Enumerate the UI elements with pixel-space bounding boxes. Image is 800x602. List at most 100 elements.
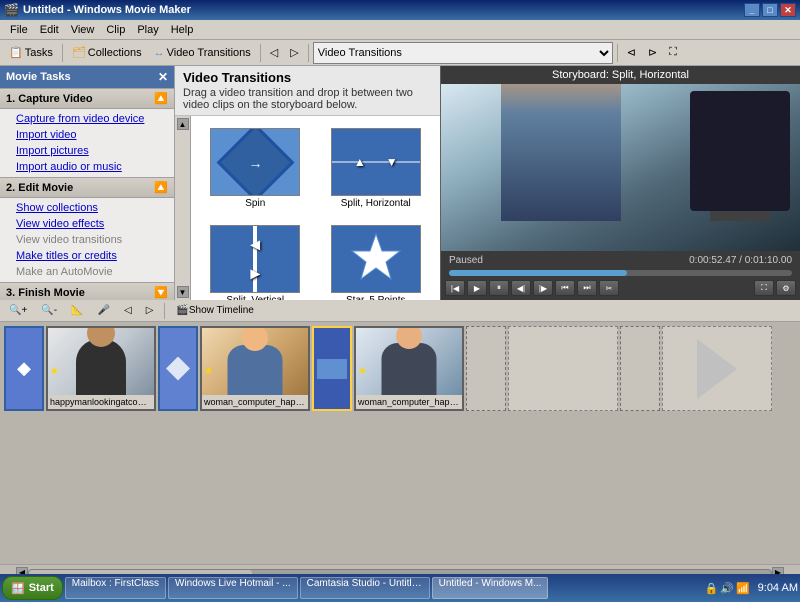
preview-panel: Storyboard: Split, Horizontal Paus	[440, 66, 800, 300]
taskbar-movie-maker[interactable]: Untitled - Windows M...	[432, 577, 549, 599]
collections-button[interactable]: 🗂 Collections	[67, 42, 147, 64]
fullscreen-button[interactable]: ⛶	[664, 42, 682, 64]
transitions-icon: ↔	[154, 47, 165, 59]
taskbar-hotmail[interactable]: Windows Live Hotmail - ...	[168, 577, 298, 599]
menu-view[interactable]: View	[65, 22, 101, 38]
tray-icon-1: 🔒	[705, 582, 719, 595]
taskbar-camtasia[interactable]: Camtasia Studio - Untitle...	[300, 577, 430, 599]
next-frame-button[interactable]: |▶	[533, 280, 553, 296]
preview-status-bar: Paused 0:00:52.47 / 0:01:10.00	[445, 255, 796, 266]
empty-clip-2-inner	[663, 327, 771, 410]
menu-file[interactable]: File	[4, 22, 34, 38]
transition-spin[interactable]: → Spin	[199, 124, 312, 213]
video-transitions-button[interactable]: ↔ Video Transitions	[149, 42, 256, 64]
rewind-button[interactable]: ⏮	[555, 280, 575, 296]
section-finish-title: 3. Finish Movie	[6, 287, 85, 299]
collections-icon: 🗂	[72, 46, 86, 59]
tray-icon-3: 📶	[736, 582, 750, 595]
settings-prev-button[interactable]: ⚙	[776, 280, 796, 296]
tasks-panel-close[interactable]: ✕	[158, 70, 168, 84]
menu-play[interactable]: Play	[131, 22, 164, 38]
play-pause-button[interactable]: ▶	[467, 280, 487, 296]
close-button[interactable]: ✕	[780, 3, 796, 17]
clip-3-star: ★	[358, 366, 367, 377]
transitions-title: Video Transitions	[183, 70, 432, 85]
section-edit-header[interactable]: 2. Edit Movie 🔼	[0, 177, 174, 198]
arrow-left-button[interactable]: ◁	[265, 42, 283, 64]
transition-split-vertical[interactable]: ◀ ▶ Split, Vertical	[199, 221, 312, 300]
clip-3[interactable]: ★ woman_computer_happy_734...	[354, 326, 464, 411]
prev-start-button[interactable]: |◀	[445, 280, 465, 296]
transition-split-horizontal[interactable]: ▲ ▼ Split, Horizontal	[320, 124, 433, 213]
toolbar-separator-3	[308, 44, 309, 62]
tl-zoom-in[interactable]: 🔍+	[4, 302, 32, 320]
title-bar-controls: _ □ ✕	[744, 3, 796, 17]
pause-button[interactable]: ⏸	[489, 280, 509, 296]
transition-star5[interactable]: Star, 5 Points	[320, 221, 433, 300]
link-view-effects[interactable]: View video effects	[0, 216, 174, 232]
link-show-collections[interactable]: Show collections	[0, 200, 174, 216]
tl-play[interactable]: ▷	[141, 302, 159, 320]
storyboard-icon: 🎬	[176, 305, 188, 316]
monitor-stand	[710, 211, 770, 221]
trans-icon-0: ◆	[17, 358, 31, 379]
tl-zoom-out[interactable]: 🔍-	[36, 302, 62, 320]
window-title: Untitled - Windows Movie Maker	[23, 4, 191, 16]
link-import-audio[interactable]: Import audio or music	[0, 159, 174, 175]
clock: 9:04 AM	[758, 582, 798, 594]
menu-edit[interactable]: Edit	[34, 22, 65, 38]
clip-1-bg	[48, 328, 154, 395]
link-import-pictures[interactable]: Import pictures	[0, 143, 174, 159]
split-v-arrows: ◀ ▶	[251, 238, 260, 281]
tl-prev[interactable]: ◁	[119, 302, 137, 320]
link-capture-device[interactable]: Capture from video device	[0, 111, 174, 127]
woman-body-3	[382, 343, 437, 395]
transitions-grid: → Spin ▲ ▼	[191, 116, 440, 300]
menu-help[interactable]: Help	[165, 22, 200, 38]
clip-2[interactable]: ★ woman_computer_happy(2)	[200, 326, 310, 411]
preview-progress-bar[interactable]	[449, 270, 792, 276]
total-time: 0:01:10.00	[745, 255, 792, 266]
tl-snap[interactable]: 📐	[66, 302, 88, 320]
scroll-up-button[interactable]: ▲	[177, 118, 189, 130]
monitor-shape	[690, 91, 790, 211]
section-capture-header[interactable]: 1. Capture Video 🔼	[0, 88, 174, 109]
prev-frame-button[interactable]: ◀|	[511, 280, 531, 296]
show-storyboard-button[interactable]: 🎬 Show Timeline	[171, 302, 258, 320]
fast-forward-button[interactable]: ⏭	[577, 280, 597, 296]
taskbar-mailbox[interactable]: Mailbox : FirstClass	[65, 577, 166, 599]
fullscreen-prev-button[interactable]: ⛶	[754, 280, 774, 296]
tl-narrate[interactable]: 🎤	[93, 302, 115, 320]
clip-1[interactable]: ★ happymanlookingatcomputer	[46, 326, 156, 411]
menu-clip[interactable]: Clip	[100, 22, 131, 38]
transition-clip-0[interactable]: ◆	[4, 326, 44, 411]
taskbar-right: 🔒 🔊 📶 9:04 AM	[701, 582, 798, 595]
clip-3-bg	[356, 328, 462, 395]
transition-star5-thumb	[331, 225, 421, 293]
time-display: 0:00:52.47 / 0:01:10.00	[689, 255, 792, 266]
transition-clip-1[interactable]	[158, 326, 198, 411]
split-v-top-arrow: ◀	[251, 238, 260, 252]
link-view-transitions: View video transitions	[0, 232, 174, 248]
tasks-button[interactable]: 📋 Tasks	[4, 42, 58, 64]
split-button[interactable]: ✂	[599, 280, 619, 296]
woman-body-2	[228, 345, 283, 395]
collections-dropdown[interactable]: Video Transitions	[313, 42, 613, 64]
scroll-down-button[interactable]: ▼	[177, 286, 189, 298]
transition-splitv-thumb: ◀ ▶	[210, 225, 300, 293]
section-capture-title: 1. Capture Video	[6, 93, 93, 105]
maximize-button[interactable]: □	[762, 3, 778, 17]
section-finish-header[interactable]: 3. Finish Movie 🔽	[0, 282, 174, 300]
nav-button-1[interactable]: ⊲	[622, 42, 641, 64]
section-edit-toggle: 🔼	[154, 181, 168, 194]
link-make-titles[interactable]: Make titles or credits	[0, 248, 174, 264]
start-button[interactable]: 🪟 Start	[2, 576, 63, 600]
arrow-right-button[interactable]: ▷	[285, 42, 303, 64]
transition-clip-2[interactable]	[312, 326, 352, 411]
arrow-shape	[697, 339, 737, 399]
minimize-button[interactable]: _	[744, 3, 760, 17]
nav-button-2[interactable]: ⊳	[643, 42, 662, 64]
transitions-description: Drag a video transition and drop it betw…	[183, 87, 432, 111]
start-icon: 🪟	[11, 582, 25, 595]
link-import-video[interactable]: Import video	[0, 127, 174, 143]
